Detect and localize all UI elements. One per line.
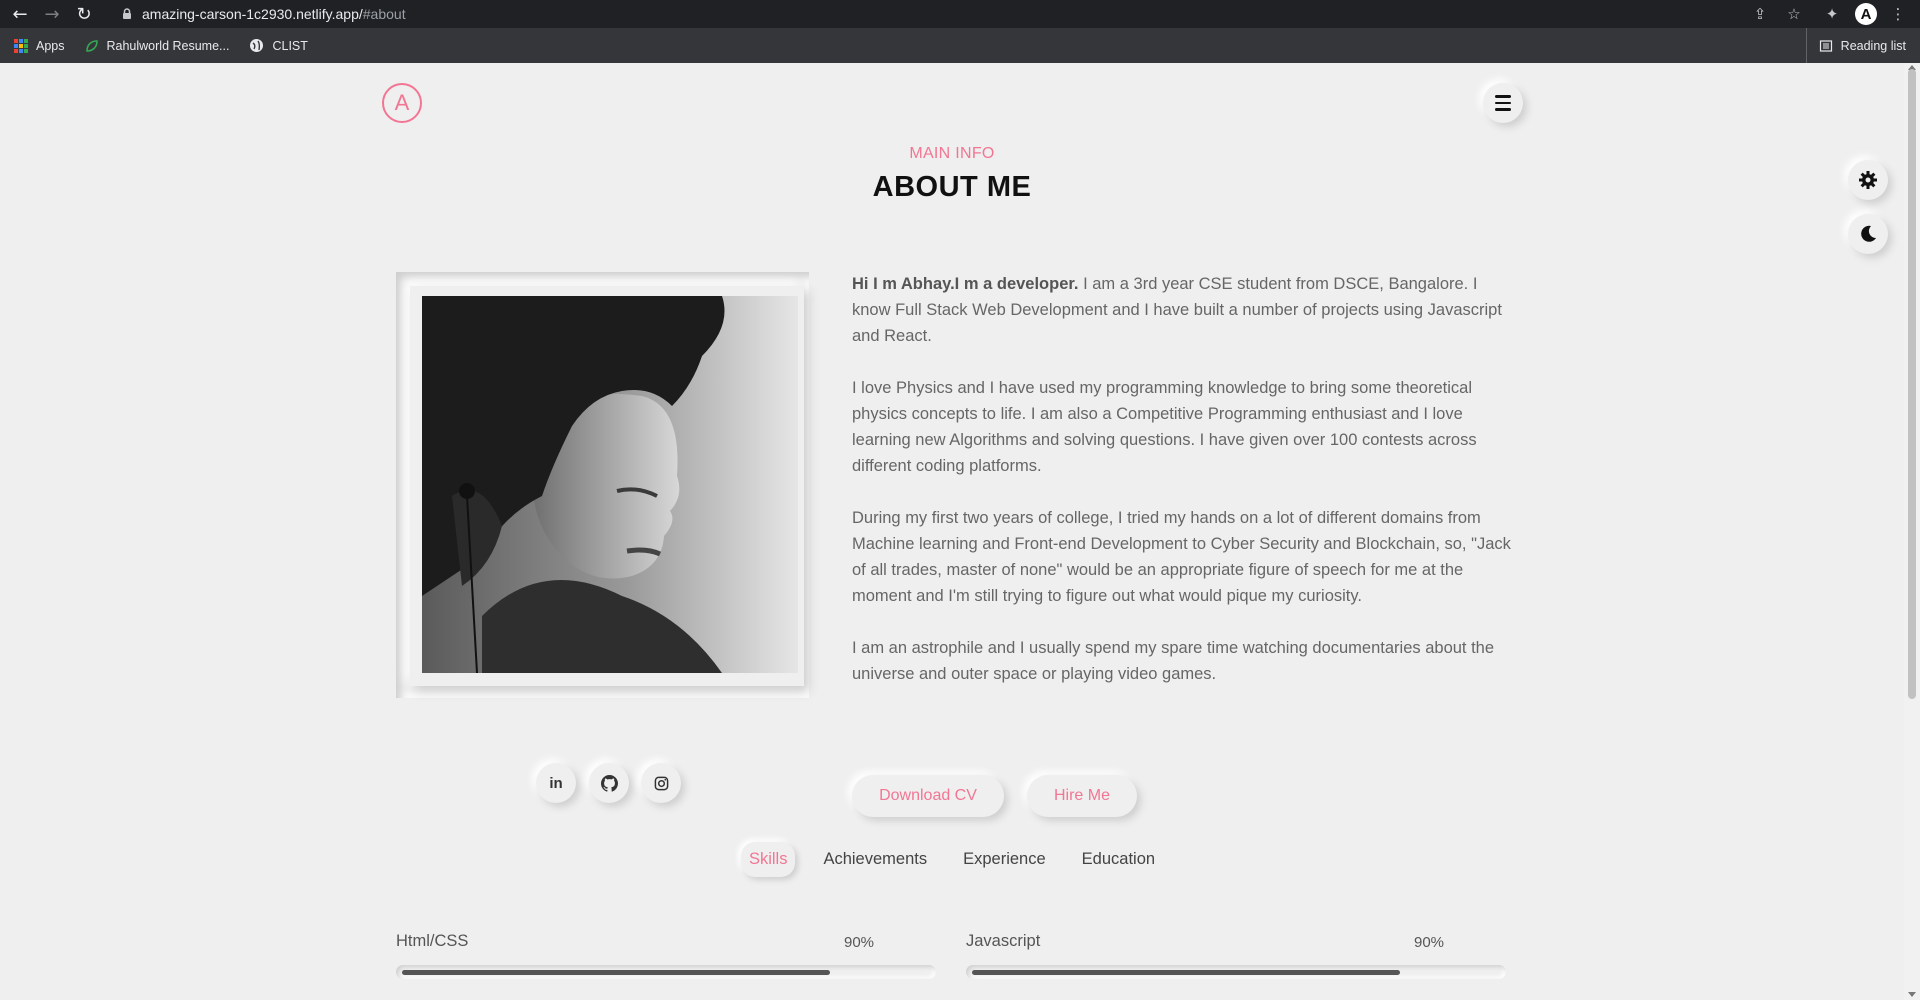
- moon-icon: [1861, 225, 1876, 242]
- skill-percent: 90%: [1414, 934, 1445, 951]
- bookmark-clist[interactable]: CLIST: [249, 38, 308, 53]
- site-logo[interactable]: A: [382, 83, 422, 123]
- hire-me-button[interactable]: Hire Me: [1027, 775, 1137, 817]
- lock-icon: [123, 8, 131, 19]
- menu-line: [1495, 108, 1511, 111]
- page-title: ABOUT ME: [872, 171, 1032, 203]
- linkedin-button[interactable]: in: [536, 763, 576, 803]
- reload-icon[interactable]: ↻: [72, 2, 96, 26]
- browser-toolbar: ← → ↻ amazing-carson-1c2930.netlify.app/…: [0, 0, 1920, 28]
- apps-grid-icon: [14, 38, 28, 53]
- reading-list-icon: [1819, 39, 1832, 52]
- tab-education[interactable]: Education: [1074, 842, 1163, 877]
- hamburger-menu-button[interactable]: [1483, 83, 1523, 123]
- globe-icon: [250, 39, 264, 52]
- scroll-down-arrow-icon[interactable]: [1908, 992, 1916, 997]
- address-bar[interactable]: amazing-carson-1c2930.netlify.app/#about: [112, 2, 1792, 26]
- skill-progress-bar: [396, 965, 936, 979]
- skill-label: Javascript: [966, 932, 1041, 950]
- menu-line: [1495, 101, 1511, 105]
- linkedin-icon: in: [549, 774, 563, 792]
- bookmarks-bar: Apps Rahulworld Resume... CLIST Reading …: [0, 28, 1920, 63]
- page-scrollbar[interactable]: [1904, 63, 1920, 1000]
- bookmark-label: CLIST: [272, 38, 308, 53]
- tab-experience[interactable]: Experience: [955, 842, 1054, 877]
- instagram-icon: [654, 776, 668, 790]
- info-tabs: Skills Achievements Experience Education: [0, 842, 1904, 877]
- tab-skills[interactable]: Skills: [741, 842, 796, 877]
- github-icon: [600, 774, 618, 792]
- bio-paragraph: I am an astrophile and I usually spend m…: [852, 639, 1495, 683]
- profile-photo-frame: [396, 272, 809, 698]
- bookmark-label: Rahulworld Resume...: [106, 38, 230, 53]
- leaf-icon: [85, 39, 98, 52]
- skill-label: Html/CSS: [396, 932, 469, 950]
- skill-progress-bar: [966, 965, 1506, 979]
- profile-avatar[interactable]: A: [1855, 3, 1877, 25]
- section-subtitle: MAIN INFO: [909, 145, 995, 162]
- page-viewport: A MAIN INFO ABOUT ME in Hi I m Abhay.I m…: [0, 63, 1904, 1000]
- github-button[interactable]: [589, 763, 629, 803]
- tab-achievements[interactable]: Achievements: [815, 842, 935, 877]
- instagram-button[interactable]: [641, 763, 681, 803]
- skill-progress-fill: [402, 970, 830, 975]
- bio-paragraph: I love Physics and I have used my progra…: [852, 379, 1477, 475]
- bookmark-rahulworld[interactable]: Rahulworld Resume...: [85, 38, 230, 53]
- reading-list-button[interactable]: Reading list: [1805, 28, 1906, 63]
- bookmark-label: Apps: [36, 38, 65, 53]
- menu-line: [1495, 95, 1511, 98]
- url-text: amazing-carson-1c2930.netlify.app/#about: [142, 6, 406, 22]
- more-menu-icon[interactable]: ⋮: [1886, 2, 1910, 26]
- dark-mode-toggle[interactable]: [1848, 214, 1888, 254]
- profile-photo: [422, 296, 798, 673]
- bio-paragraph: During my first two years of college, I …: [852, 509, 1511, 605]
- bookmark-apps[interactable]: Apps: [14, 38, 65, 53]
- profile-photo-card: [410, 286, 804, 686]
- about-bio: Hi I m Abhay.I m a developer. I am a 3rd…: [852, 271, 1512, 713]
- bio-paragraph: Hi I m Abhay.I m a developer. I am a 3rd…: [852, 271, 1512, 349]
- share-icon[interactable]: ⇪: [1748, 2, 1772, 26]
- extensions-puzzle-icon[interactable]: ✦: [1820, 2, 1844, 26]
- back-arrow-icon[interactable]: ←: [8, 2, 32, 26]
- bio-intro: Hi I m Abhay.I m a developer.: [852, 275, 1079, 293]
- forward-arrow-icon[interactable]: →: [40, 2, 64, 26]
- skill-progress-fill: [972, 970, 1400, 975]
- reading-list-label: Reading list: [1840, 38, 1906, 53]
- bookmark-star-icon[interactable]: ☆: [1782, 2, 1806, 26]
- scrollbar-thumb[interactable]: [1908, 69, 1916, 699]
- download-cv-button[interactable]: Download CV: [852, 775, 1004, 817]
- skill-percent: 90%: [844, 934, 875, 951]
